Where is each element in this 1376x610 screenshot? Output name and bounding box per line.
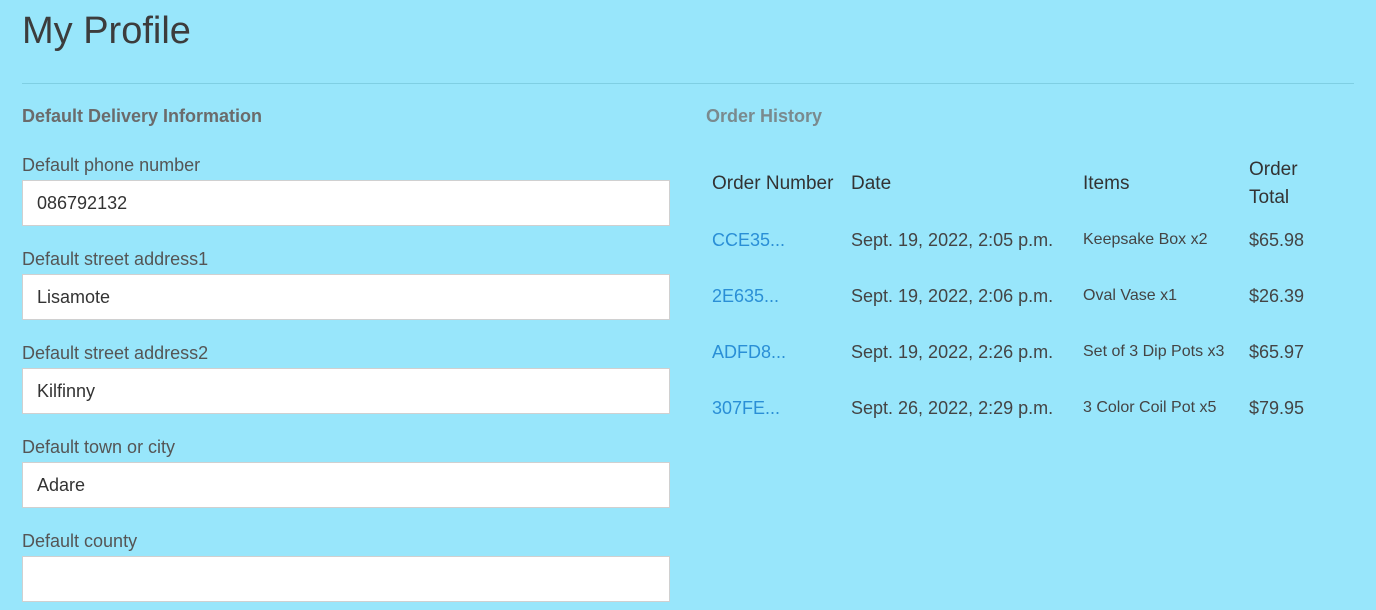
street-address2-label: Default street address2: [22, 343, 209, 363]
street-address2-input[interactable]: [22, 368, 670, 414]
order-date: Sept. 19, 2022, 2:26 p.m.: [851, 341, 1054, 362]
order-total: $65.97: [1249, 341, 1305, 362]
street-address1-label: Default street address1: [22, 249, 209, 269]
street-address2-group: Default street address2: [22, 342, 670, 414]
delivery-heading: Default Delivery Information: [22, 106, 263, 126]
street-address1-input[interactable]: [22, 274, 670, 320]
county-input[interactable]: [22, 556, 670, 602]
order-items: Keepsake Box x2: [1083, 231, 1208, 248]
column-order-total: Order Total: [1249, 159, 1298, 208]
county-group: Default county: [22, 530, 670, 602]
order-items: Oval Vase x1: [1083, 287, 1177, 304]
order-total: $65.98: [1249, 229, 1305, 250]
order-table-header: Order Number Date Items Order Total: [706, 156, 1348, 212]
town-group: Default town or city: [22, 436, 670, 508]
order-total: $26.39: [1249, 285, 1305, 306]
order-date: Sept. 26, 2022, 2:29 p.m.: [851, 397, 1054, 418]
order-table: Order Number Date Items Order Total CCE3…: [706, 156, 1348, 436]
table-row: 307FE... Sept. 26, 2022, 2:29 p.m. 3 Col…: [706, 380, 1348, 436]
table-row: 2E635... Sept. 19, 2022, 2:06 p.m. Oval …: [706, 268, 1348, 324]
order-history: Order History Order Number Date Items Or…: [706, 104, 1356, 418]
column-items: Items: [1083, 173, 1130, 194]
order-items: 3 Color Coil Pot x5: [1083, 399, 1217, 416]
order-history-heading: Order History: [706, 106, 823, 126]
order-number-link[interactable]: CCE35...: [712, 230, 785, 250]
order-number-link[interactable]: ADFD8...: [712, 342, 786, 362]
order-date: Sept. 19, 2022, 2:05 p.m.: [851, 229, 1054, 250]
phone-input[interactable]: [22, 180, 670, 226]
order-total: $79.95: [1249, 397, 1305, 418]
town-label: Default town or city: [22, 437, 176, 457]
phone-group: Default phone number: [22, 154, 670, 226]
order-number-link[interactable]: 2E635...: [712, 286, 779, 306]
column-order-number: Order Number: [712, 173, 834, 194]
order-number-link[interactable]: 307FE...: [712, 398, 780, 418]
county-label: Default county: [22, 531, 138, 551]
header-divider: [22, 83, 1354, 84]
order-date: Sept. 19, 2022, 2:06 p.m.: [851, 285, 1054, 306]
phone-label: Default phone number: [22, 155, 201, 175]
table-row: ADFD8... Sept. 19, 2022, 2:26 p.m. Set o…: [706, 324, 1348, 380]
order-items: Set of 3 Dip Pots x3: [1083, 343, 1225, 360]
town-input[interactable]: [22, 462, 670, 508]
page-title: My Profile: [22, 10, 191, 52]
street-address1-group: Default street address1: [22, 248, 670, 320]
delivery-form: Default Delivery Information Default pho…: [22, 104, 670, 602]
column-date: Date: [851, 173, 892, 194]
table-row: CCE35... Sept. 19, 2022, 2:05 p.m. Keeps…: [706, 212, 1348, 268]
